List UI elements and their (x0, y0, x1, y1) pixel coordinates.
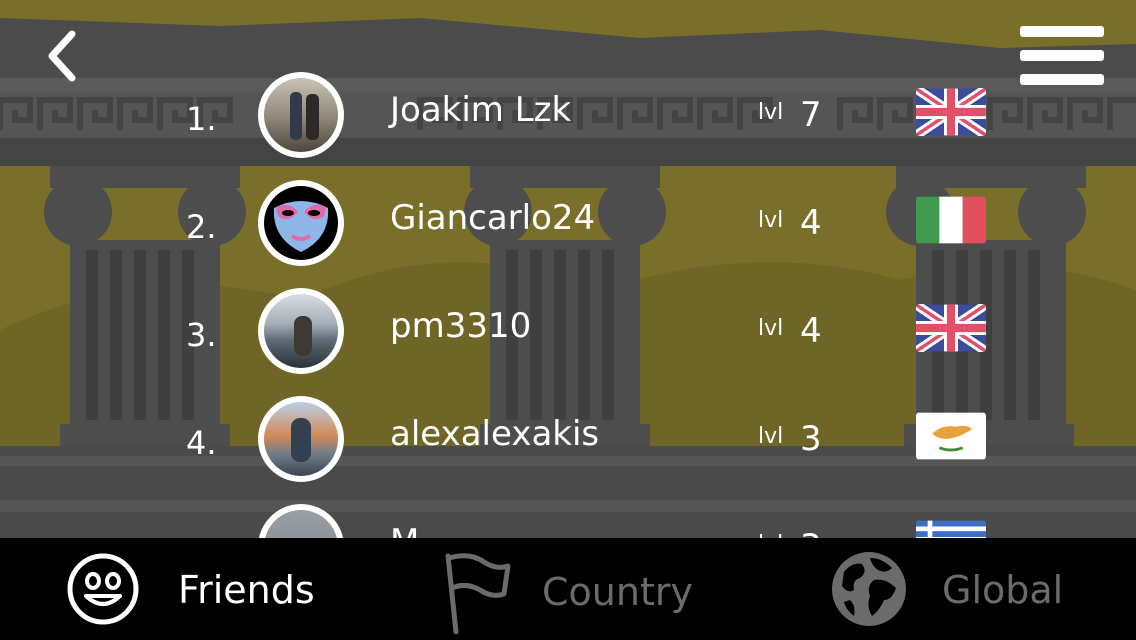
tab-bar: Friends Country Global (0, 538, 1136, 640)
avatar (258, 396, 344, 482)
leaderboard-row[interactable]: 2. Giancarlo24 lvl 4 (0, 168, 1136, 276)
level-value: 4 (800, 311, 822, 351)
player-name: Giancarlo24 (390, 198, 596, 238)
uk-flag-icon (916, 88, 986, 136)
leaderboard-row[interactable]: 4. alexalexakis lvl 3 (0, 384, 1136, 492)
flag-icon (445, 553, 511, 634)
level-value: 3 (800, 419, 822, 459)
tab-global[interactable]: Global (826, 538, 1126, 640)
level-label: lvl (758, 208, 784, 233)
leaderboard-row[interactable]: 1. Joakim Lzk lvl 7 (0, 60, 1136, 168)
avatar (258, 72, 344, 158)
level-label: lvl (758, 100, 784, 125)
mask-avatar-icon (264, 186, 338, 260)
globe-icon (832, 552, 906, 626)
rank: 2. (186, 208, 217, 246)
hamburger-menu-icon (1020, 26, 1104, 37)
rank: 4. (186, 424, 217, 462)
uk-flag-icon (916, 304, 986, 352)
player-name: alexalexakis (390, 414, 600, 454)
level-value: 7 (800, 95, 822, 135)
rank: 1. (186, 100, 217, 138)
tab-label: Global (942, 568, 1064, 612)
tab-label: Country (542, 570, 693, 614)
tab-country[interactable]: Country (436, 538, 736, 640)
level-label: lvl (758, 424, 784, 449)
tab-label: Friends (178, 568, 315, 612)
rank: 3. (186, 316, 217, 354)
avatar (258, 288, 344, 374)
cyprus-flag-icon (916, 412, 986, 460)
avatar (258, 180, 344, 266)
italy-flag-icon (916, 196, 986, 244)
level-label: lvl (758, 316, 784, 341)
leaderboard-row[interactable]: 3. pm3310 lvl 4 (0, 276, 1136, 384)
smiley-face-icon (67, 553, 139, 625)
player-name: pm3310 (390, 306, 532, 346)
player-name: Joakim Lzk (390, 90, 572, 130)
level-value: 4 (800, 203, 822, 243)
tab-friends[interactable]: Friends (60, 538, 360, 640)
